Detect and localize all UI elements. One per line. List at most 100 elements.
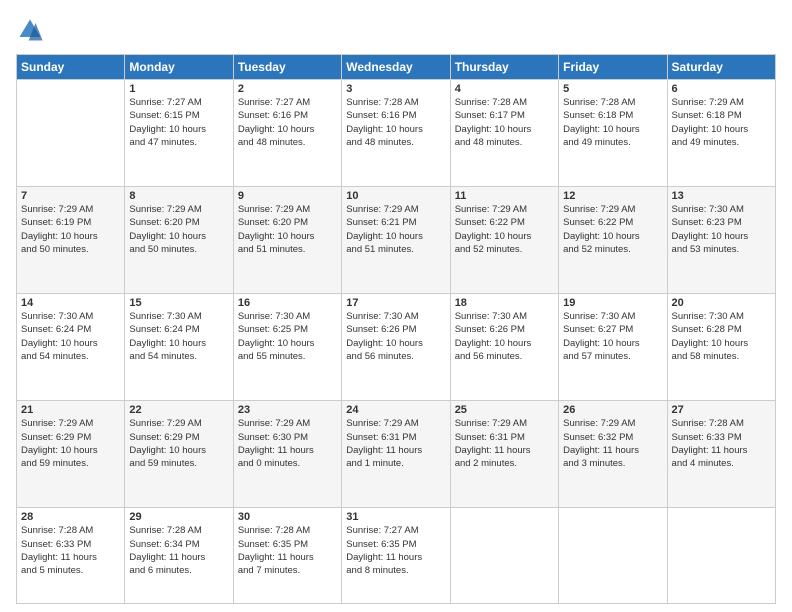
cell-info-line: and 3 minutes.	[563, 457, 662, 470]
cell-info-line: Sunset: 6:21 PM	[346, 216, 445, 229]
cell-info-line: and 55 minutes.	[238, 350, 337, 363]
weekday-header: Wednesday	[342, 55, 450, 80]
day-number: 28	[21, 511, 120, 523]
day-number: 13	[672, 190, 771, 202]
cell-info-line: Daylight: 10 hours	[238, 230, 337, 243]
calendar-cell: 21Sunrise: 7:29 AMSunset: 6:29 PMDayligh…	[17, 401, 125, 508]
cell-info-line: Sunrise: 7:30 AM	[346, 310, 445, 323]
weekday-header: Friday	[559, 55, 667, 80]
cell-info-line: Sunset: 6:35 PM	[238, 538, 337, 551]
calendar-cell: 7Sunrise: 7:29 AMSunset: 6:19 PMDaylight…	[17, 187, 125, 294]
day-number: 5	[563, 83, 662, 95]
cell-info-line: and 47 minutes.	[129, 136, 228, 149]
calendar-cell: 24Sunrise: 7:29 AMSunset: 6:31 PMDayligh…	[342, 401, 450, 508]
cell-info-line: Sunset: 6:20 PM	[238, 216, 337, 229]
cell-info-line: Daylight: 10 hours	[455, 230, 554, 243]
cell-info-line: Sunset: 6:27 PM	[563, 323, 662, 336]
cell-info-line: Sunset: 6:29 PM	[21, 431, 120, 444]
cell-info-line: Daylight: 11 hours	[563, 444, 662, 457]
cell-info-line: Sunset: 6:22 PM	[563, 216, 662, 229]
day-number: 2	[238, 83, 337, 95]
calendar-cell: 4Sunrise: 7:28 AMSunset: 6:17 PMDaylight…	[450, 80, 558, 187]
cell-info-line: and 51 minutes.	[238, 243, 337, 256]
cell-info-line: Daylight: 11 hours	[238, 444, 337, 457]
calendar-cell: 17Sunrise: 7:30 AMSunset: 6:26 PMDayligh…	[342, 294, 450, 401]
cell-info-line: Sunset: 6:33 PM	[21, 538, 120, 551]
cell-info-line: Sunrise: 7:28 AM	[672, 417, 771, 430]
cell-info-line: Daylight: 10 hours	[129, 337, 228, 350]
cell-info-line: Sunset: 6:22 PM	[455, 216, 554, 229]
cell-info-line: and 5 minutes.	[21, 564, 120, 577]
cell-info-line: and 0 minutes.	[238, 457, 337, 470]
weekday-header: Tuesday	[233, 55, 341, 80]
cell-info-line: and 49 minutes.	[672, 136, 771, 149]
cell-info-line: Sunrise: 7:29 AM	[346, 417, 445, 430]
weekday-header: Sunday	[17, 55, 125, 80]
cell-info-line: Daylight: 10 hours	[129, 230, 228, 243]
cell-info-line: Sunrise: 7:28 AM	[21, 524, 120, 537]
cell-info-line: Sunset: 6:29 PM	[129, 431, 228, 444]
calendar-cell: 1Sunrise: 7:27 AMSunset: 6:15 PMDaylight…	[125, 80, 233, 187]
cell-info-line: and 50 minutes.	[21, 243, 120, 256]
cell-info-line: and 48 minutes.	[238, 136, 337, 149]
cell-info-line: Daylight: 11 hours	[455, 444, 554, 457]
cell-info-line: Sunrise: 7:29 AM	[129, 417, 228, 430]
day-number: 30	[238, 511, 337, 523]
cell-info-line: and 54 minutes.	[21, 350, 120, 363]
calendar-cell: 18Sunrise: 7:30 AMSunset: 6:26 PMDayligh…	[450, 294, 558, 401]
cell-info-line: and 6 minutes.	[129, 564, 228, 577]
cell-info-line: Sunrise: 7:30 AM	[238, 310, 337, 323]
cell-info-line: Sunrise: 7:29 AM	[129, 203, 228, 216]
cell-info-line: Sunset: 6:26 PM	[455, 323, 554, 336]
cell-info-line: Sunset: 6:24 PM	[129, 323, 228, 336]
cell-info-line: Sunrise: 7:29 AM	[21, 417, 120, 430]
day-number: 6	[672, 83, 771, 95]
cell-info-line: Daylight: 10 hours	[563, 337, 662, 350]
cell-info-line: Sunrise: 7:27 AM	[238, 96, 337, 109]
cell-info-line: Sunrise: 7:29 AM	[563, 203, 662, 216]
calendar-cell: 26Sunrise: 7:29 AMSunset: 6:32 PMDayligh…	[559, 401, 667, 508]
cell-info-line: Sunrise: 7:28 AM	[238, 524, 337, 537]
cell-info-line: Sunrise: 7:29 AM	[21, 203, 120, 216]
day-number: 25	[455, 404, 554, 416]
cell-info-line: Daylight: 11 hours	[346, 444, 445, 457]
cell-info-line: and 51 minutes.	[346, 243, 445, 256]
calendar-cell: 19Sunrise: 7:30 AMSunset: 6:27 PMDayligh…	[559, 294, 667, 401]
calendar-cell	[17, 80, 125, 187]
cell-info-line: Sunset: 6:16 PM	[346, 109, 445, 122]
calendar-cell: 31Sunrise: 7:27 AMSunset: 6:35 PMDayligh…	[342, 508, 450, 604]
cell-info-line: Sunrise: 7:28 AM	[129, 524, 228, 537]
cell-info-line: Sunset: 6:31 PM	[455, 431, 554, 444]
cell-info-line: Sunset: 6:34 PM	[129, 538, 228, 551]
cell-info-line: Sunrise: 7:30 AM	[563, 310, 662, 323]
calendar-week-row: 14Sunrise: 7:30 AMSunset: 6:24 PMDayligh…	[17, 294, 776, 401]
cell-info-line: Sunset: 6:32 PM	[563, 431, 662, 444]
cell-info-line: and 8 minutes.	[346, 564, 445, 577]
calendar-cell: 23Sunrise: 7:29 AMSunset: 6:30 PMDayligh…	[233, 401, 341, 508]
cell-info-line: and 7 minutes.	[238, 564, 337, 577]
cell-info-line: Sunrise: 7:28 AM	[346, 96, 445, 109]
day-number: 7	[21, 190, 120, 202]
cell-info-line: Sunrise: 7:29 AM	[238, 203, 337, 216]
day-number: 4	[455, 83, 554, 95]
calendar-cell: 8Sunrise: 7:29 AMSunset: 6:20 PMDaylight…	[125, 187, 233, 294]
cell-info-line: and 56 minutes.	[455, 350, 554, 363]
calendar-cell	[450, 508, 558, 604]
cell-info-line: Daylight: 10 hours	[672, 123, 771, 136]
header	[16, 16, 776, 44]
cell-info-line: Sunrise: 7:28 AM	[455, 96, 554, 109]
calendar-table: SundayMondayTuesdayWednesdayThursdayFrid…	[16, 54, 776, 604]
day-number: 1	[129, 83, 228, 95]
calendar-cell	[667, 508, 775, 604]
day-number: 8	[129, 190, 228, 202]
cell-info-line: Sunrise: 7:27 AM	[346, 524, 445, 537]
cell-info-line: Sunrise: 7:29 AM	[238, 417, 337, 430]
calendar-cell: 14Sunrise: 7:30 AMSunset: 6:24 PMDayligh…	[17, 294, 125, 401]
calendar-cell: 30Sunrise: 7:28 AMSunset: 6:35 PMDayligh…	[233, 508, 341, 604]
calendar-cell: 11Sunrise: 7:29 AMSunset: 6:22 PMDayligh…	[450, 187, 558, 294]
calendar-cell: 15Sunrise: 7:30 AMSunset: 6:24 PMDayligh…	[125, 294, 233, 401]
cell-info-line: and 58 minutes.	[672, 350, 771, 363]
day-number: 21	[21, 404, 120, 416]
cell-info-line: and 52 minutes.	[455, 243, 554, 256]
cell-info-line: Daylight: 11 hours	[672, 444, 771, 457]
